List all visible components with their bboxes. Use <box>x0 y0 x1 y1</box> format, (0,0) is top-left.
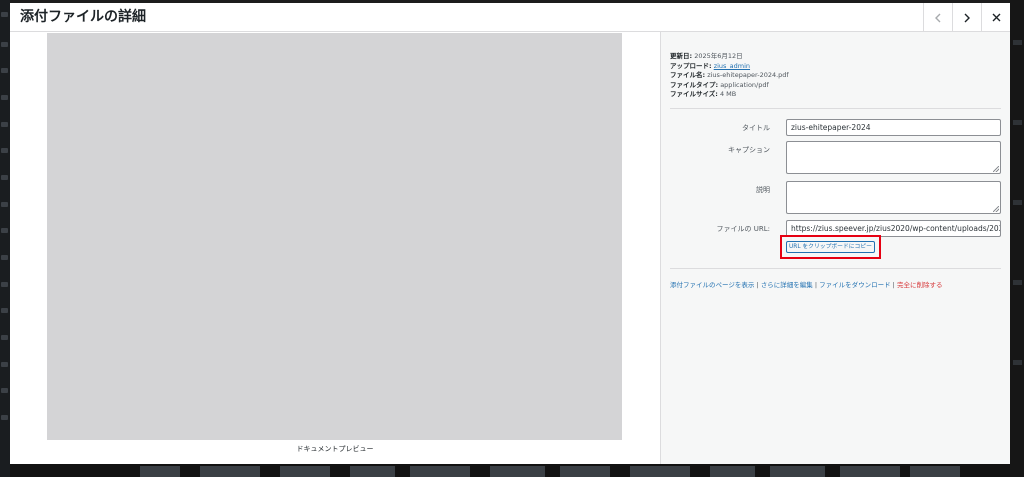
uploaded-on-row: 更新日: 2025年6月12日 <box>670 52 789 62</box>
separator: | <box>814 281 818 289</box>
file-size-label: ファイルサイズ: <box>670 90 718 99</box>
file-url-label: ファイルの URL: <box>716 225 770 233</box>
chevron-left-icon <box>935 13 941 22</box>
caption-textarea[interactable] <box>786 141 1001 174</box>
previous-attachment-button[interactable] <box>923 3 952 32</box>
separator: | <box>756 281 759 289</box>
file-type-row: ファイルタイプ: application/pdf <box>670 81 789 91</box>
document-preview-area: ドキュメントプレビュー <box>10 32 660 464</box>
file-size-row: ファイルサイズ: 4 MB <box>670 90 789 100</box>
attachment-info-panel: 更新日: 2025年6月12日 アップロード: zius_admin ファイル名… <box>660 32 1010 464</box>
view-attachment-page-link[interactable]: 添付ファイルのページを表示 <box>670 281 754 289</box>
page-background-right <box>1010 0 1024 477</box>
file-name-value: zius-ehitepaper-2024.pdf <box>707 71 789 80</box>
uploaded-by-link[interactable]: zius_admin <box>714 62 750 70</box>
copy-url-button[interactable]: URL をクリップボードにコピー <box>786 241 875 253</box>
download-file-link[interactable]: ファイルをダウンロード <box>819 281 891 289</box>
description-label: 説明 <box>756 186 770 194</box>
modal-header: 添付ファイルの詳細 <box>10 3 1010 32</box>
title-label: タイトル <box>742 124 770 132</box>
divider <box>670 268 1001 269</box>
divider <box>670 108 1001 109</box>
close-modal-button[interactable] <box>981 3 1010 32</box>
file-name-row: ファイル名: zius-ehitepaper-2024.pdf <box>670 71 789 81</box>
uploaded-by-label: アップロード: <box>670 61 712 70</box>
uploaded-on-label: 更新日: <box>670 52 693 60</box>
preview-caption: ドキュメントプレビュー <box>296 445 374 453</box>
close-icon <box>992 13 1000 22</box>
chevron-right-icon <box>964 13 970 22</box>
description-textarea[interactable] <box>786 181 1001 214</box>
next-attachment-button[interactable] <box>952 3 981 32</box>
file-size-value: 4 MB <box>719 90 737 99</box>
file-name-label: ファイル名: <box>670 71 706 80</box>
separator: | <box>892 281 895 289</box>
copy-button-highlight: URL をクリップボードにコピー <box>780 235 881 259</box>
uploaded-on-value: 2025年6月12日 <box>694 52 743 60</box>
uploaded-by-row: アップロード: zius_admin <box>670 62 789 72</box>
admin-sidebar-background <box>0 0 10 477</box>
file-type-label: ファイルタイプ: <box>670 80 719 89</box>
caption-label: キャプション <box>728 146 770 154</box>
attachment-actions: 添付ファイルのページを表示 | さらに詳細を編集 | ファイルをダウンロード |… <box>670 279 942 289</box>
delete-permanently-link[interactable]: 完全に削除する <box>897 281 943 289</box>
file-metadata: 更新日: 2025年6月12日 アップロード: zius_admin ファイル名… <box>670 52 789 100</box>
file-type-value: application/pdf <box>720 80 769 89</box>
attachment-details-modal: 添付ファイルの詳細 ドキュメントプレビュー 更新日: 2025年6月12日 アッ… <box>10 3 1010 464</box>
edit-more-details-link[interactable]: さらに詳細を編集 <box>761 281 813 289</box>
media-grid-background <box>10 463 1010 477</box>
document-preview <box>47 33 622 440</box>
title-input[interactable]: zius-ehitepaper-2024 <box>786 119 1001 136</box>
modal-title: 添付ファイルの詳細 <box>20 9 146 25</box>
